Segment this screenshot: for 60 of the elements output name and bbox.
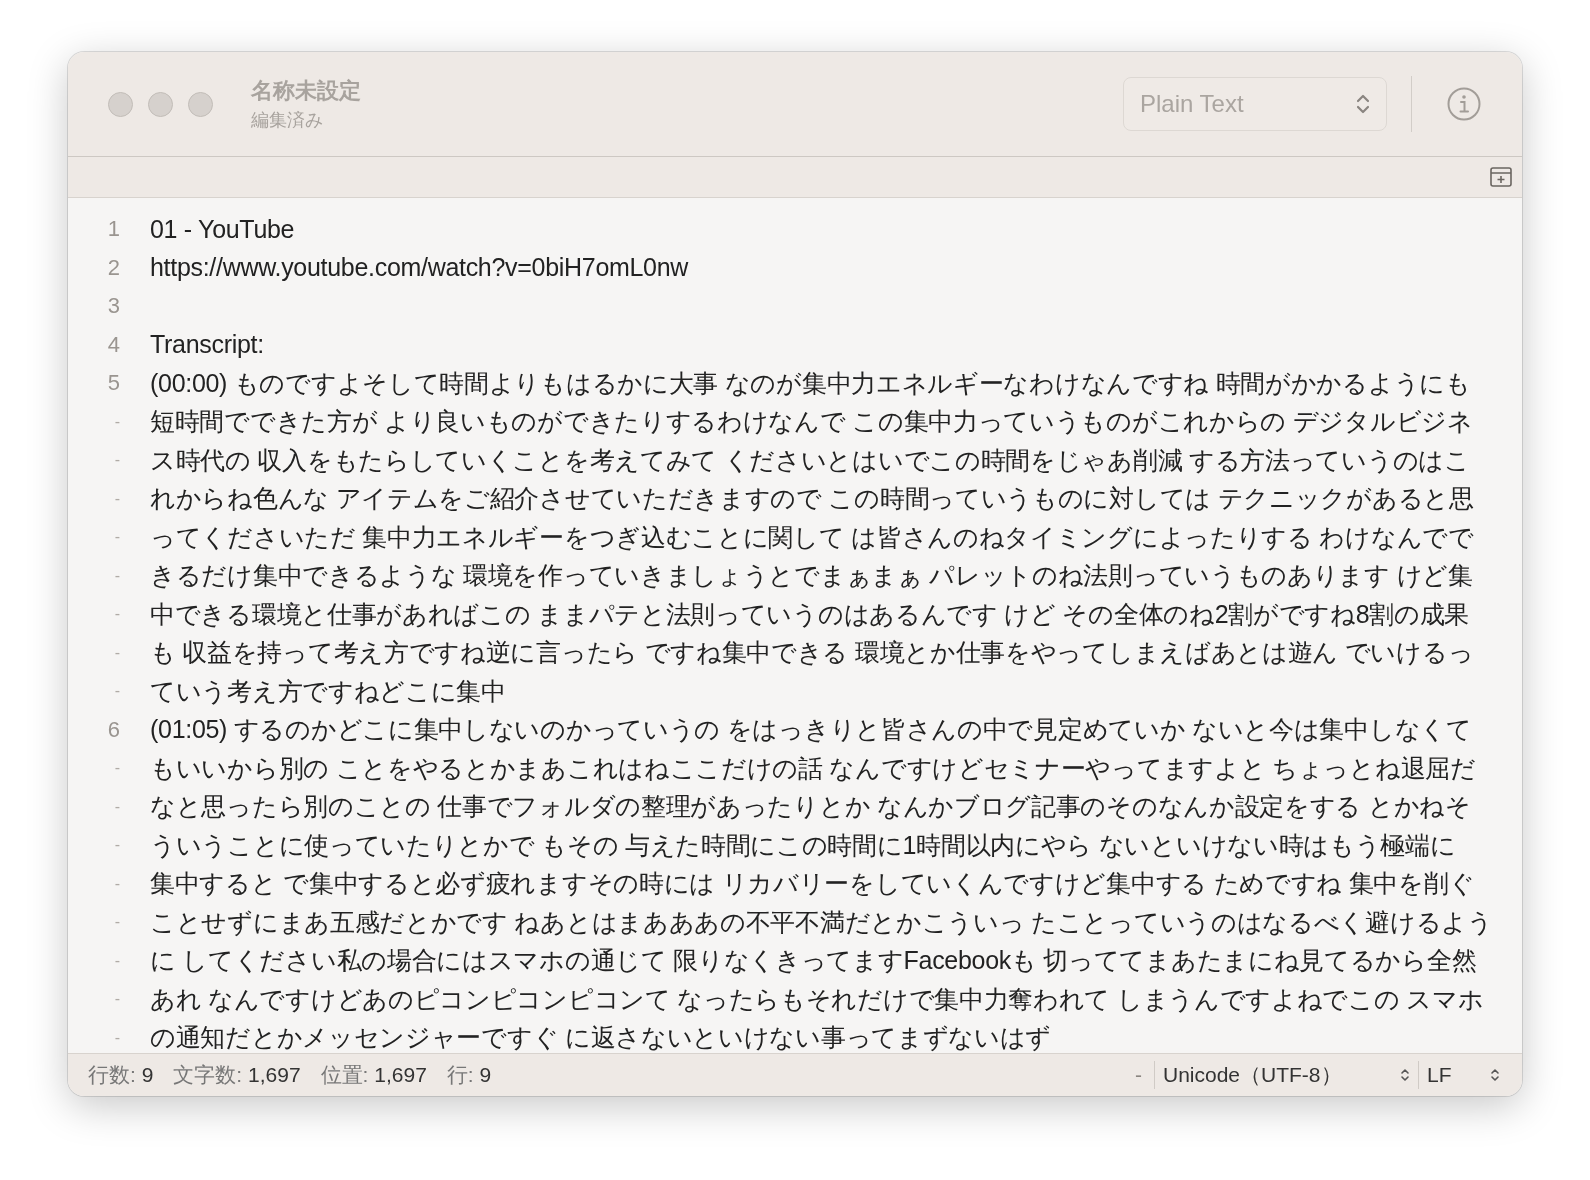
window-subtitle: 編集済み — [251, 109, 324, 132]
text-line: ういうことに使っていたりとかで もその 与えた時間にこの時間に1時間以内にやら ないといけない時はもう極端に — [150, 829, 1456, 861]
wrap-marker: - — [113, 797, 120, 816]
text-line: の通知だとかメッセンジャーですぐ に返さないといけない事ってまずないはず — [150, 1022, 1052, 1053]
text-line: ていう考え方ですねどこに集中 — [150, 675, 506, 707]
status-item: 行数: 9 — [88, 1062, 154, 1088]
text-line: なと思ったら別のことの 仕事でフォルダの整理があったりとか なんかブログ記事のそのなんか設定をする とかねそ — [150, 791, 1471, 823]
text-line: に してください私の場合にはスマホの通じて 限りなくきってますFacebookも 切っててまあたまにね見てるから全然 — [150, 945, 1477, 977]
line-ending-dropdown[interactable]: LF — [1418, 1061, 1508, 1089]
minimize-button[interactable] — [148, 91, 173, 117]
wrap-marker: - — [113, 489, 120, 508]
text-line: Transcript: — [150, 330, 264, 360]
wrap-marker: - — [113, 566, 120, 585]
wrap-marker: - — [113, 451, 120, 470]
text-line: れからね色んな アイテムをご紹介させていただきますので この時間っていうものに対しては テクニックがあると思 — [150, 483, 1474, 515]
line-number: 1 — [106, 216, 120, 243]
text-line: あれ なんですけどあのピコンピコンピコンて なったらもそれだけで集中力奪われて しまうんですよねでこの スマホ — [150, 983, 1484, 1015]
text-line: 中できる環境と仕事があればこの ままパテと法則っていうのはあるんです けど その全体のね2割がですね8割の成果 — [150, 598, 1470, 630]
wrap-marker: - — [113, 951, 120, 970]
wrap-marker: - — [113, 643, 120, 662]
wrap-marker: - — [113, 874, 120, 893]
text-line: (00:00) ものですよそして時間よりもはるかに大事 なのが集中力エネルギーなわけなんですね 時間がかかるようにも — [150, 367, 1471, 399]
text-line: きるだけ集中できるような 環境を作っていきましょうとでまぁまぁ パレットのね法則っていうものあります けど集 — [150, 560, 1473, 592]
wrap-marker: - — [113, 528, 120, 547]
text-line: 集中すると で集中すると必ず疲れますその時には リカバリーをしていくんですけど集中する ためですね 集中を削ぐ — [150, 868, 1475, 900]
text-line: 01 - YouTube — [150, 214, 295, 244]
line-number: 4 — [106, 331, 120, 358]
stepper-icon — [1356, 92, 1370, 116]
wrap-marker: - — [113, 682, 120, 701]
stepper-icon — [1400, 1066, 1410, 1084]
line-number: 5 — [106, 370, 120, 397]
text-line: ことせずにまあ五感だとかです ねあとはまあああの不平不満だとかこういっ たことっていうのはなるべく避けるよう — [150, 906, 1493, 938]
wrap-marker: - — [113, 836, 120, 855]
status-item: 行: 9 — [446, 1062, 492, 1088]
status-item: 位置: 1,697 — [320, 1062, 427, 1088]
line-number: 2 — [106, 254, 120, 281]
text-line: も 収益を持って考え方ですね逆に言ったら ですね集中できる 環境とか仕事をやってしまえばあとは遊ん でいけるっ — [150, 637, 1474, 669]
text-line: ス時代の 収入をもたらしていくことを考えてみて くださいとはいでこの時間をじゃあ削減 する方法っていうのはこ — [150, 444, 1470, 476]
wrap-marker: - — [113, 1028, 120, 1047]
split-view-icon[interactable] — [1490, 167, 1512, 187]
close-button[interactable] — [108, 91, 133, 117]
text-line: ってくださいただ 集中力エネルギーをつぎ込むことに関して は皆さんのねタイミングによったりする わけなんでで — [150, 521, 1474, 553]
line-number: 3 — [106, 293, 120, 320]
status-item: 文字数: 1,697 — [173, 1062, 301, 1088]
wrap-marker: - — [113, 913, 120, 932]
status-dash: - — [1135, 1063, 1142, 1087]
stepper-icon — [1490, 1066, 1500, 1084]
text-line: 短時間でできた方が より良いものができたりするわけなんで この集中力っていうものがこれからの デジタルビジネ — [150, 406, 1473, 438]
text-line: もいいから別の ことをやるとかまあこれはねここだけの話 なんですけどセミナーやってますよと ちょっとね退屈だ — [150, 752, 1476, 784]
text-line: https://www.youtube.com/watch?v=0biH7omL0nw — [150, 253, 689, 283]
window-title: 名称未設定 — [251, 77, 361, 105]
encoding-dropdown[interactable]: Unicode（UTF-8） — [1154, 1061, 1418, 1089]
wrap-marker: - — [113, 759, 120, 778]
info-icon[interactable] — [1446, 86, 1482, 122]
wrap-marker: - — [113, 412, 120, 431]
text-line: (01:05) するのかどこに集中しないのかっていうの をはっきりと皆さんの中で見定めていか ないと今は集中しなくて — [150, 714, 1472, 746]
wrap-marker: - — [113, 605, 120, 624]
wrap-marker: - — [113, 990, 120, 1009]
zoom-button[interactable] — [188, 91, 213, 117]
line-number: 6 — [106, 716, 120, 743]
